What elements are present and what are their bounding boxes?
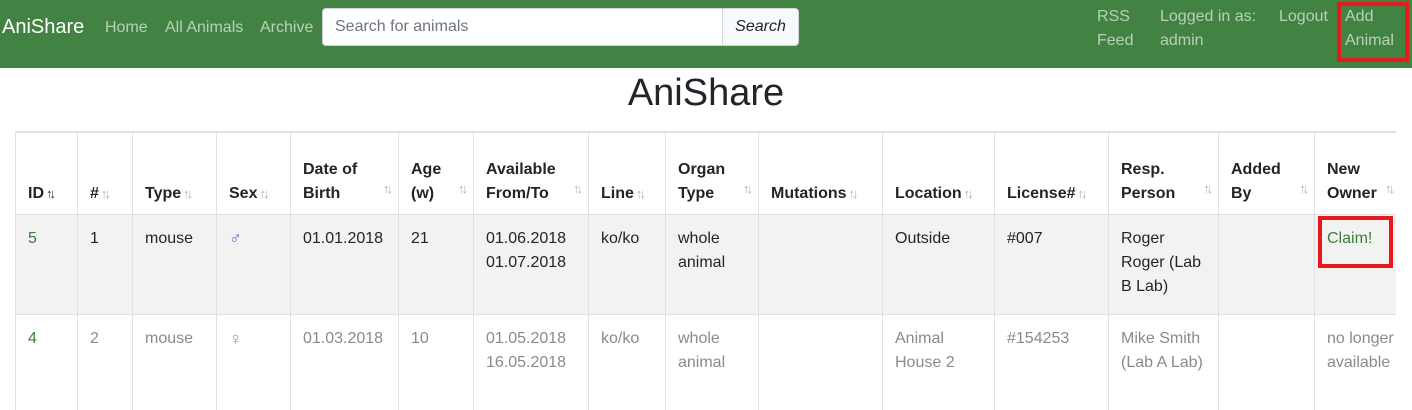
cell-location: Outside xyxy=(882,214,995,315)
table-row: 5 1 mouse ♂ 01.01.2018 21 01.06.2018 01.0… xyxy=(15,214,1396,315)
sort-icon[interactable]: ↑↓ xyxy=(1077,182,1087,206)
available-to: 01.07.2018 xyxy=(486,254,567,271)
search-input[interactable] xyxy=(322,8,723,46)
cell-age: 21 xyxy=(398,214,474,315)
cell-type: mouse xyxy=(132,214,217,315)
table-header-row: ID ↑↓ # ↑↓ Type ↑↓ Sex ↑↓ Date of Birth ↑↓ Ag… xyxy=(15,132,1396,215)
cell-mutations xyxy=(758,214,883,315)
sort-icon[interactable]: ↑↓ xyxy=(183,182,193,206)
cell-license: #154253 xyxy=(994,314,1109,410)
col-type[interactable]: Type ↑↓ xyxy=(132,132,217,215)
logged-in-status: Logged in as: admin xyxy=(1160,8,1257,49)
page-title: AniShare xyxy=(627,72,785,114)
sort-icon[interactable]: ↑↓ xyxy=(573,177,583,201)
animals-table-container: ID ↑↓ # ↑↓ Type ↑↓ Sex ↑↓ Date of Birth ↑↓ Ag… xyxy=(15,131,1396,410)
col-sex[interactable]: Sex ↑↓ xyxy=(216,132,291,215)
claim-highlight xyxy=(1318,216,1393,268)
cell-license: #007 xyxy=(994,214,1109,315)
nav-home[interactable]: Home xyxy=(105,19,148,37)
sort-icon[interactable]: ↑↓ xyxy=(1299,177,1309,201)
cell-line: ko/ko xyxy=(588,314,666,410)
cell-age: 10 xyxy=(398,314,474,410)
brand-logo[interactable]: AniShare xyxy=(2,16,84,39)
col-organ[interactable]: Organ Type ↑↓ xyxy=(665,132,759,215)
col-owner[interactable]: New Owner ↑↓ xyxy=(1314,132,1396,215)
cell-location: Animal House 2 xyxy=(882,314,995,410)
nav-rss-feed[interactable]: RSS Feed xyxy=(1097,5,1147,53)
cell-num: 2 xyxy=(77,314,133,410)
cell-line: ko/ko xyxy=(588,214,666,315)
cell-added xyxy=(1218,214,1315,315)
cell-resp: Mike Smith (Lab A Lab) xyxy=(1108,314,1219,410)
cell-dob: 01.01.2018 xyxy=(290,214,399,315)
male-icon: ♂ xyxy=(229,229,242,248)
sort-icon[interactable]: ↑↓ xyxy=(636,182,646,206)
sort-icon[interactable]: ↑↓ xyxy=(849,182,859,206)
cell-added xyxy=(1218,314,1315,410)
add-animal-highlight xyxy=(1337,2,1409,62)
col-added[interactable]: Added By ↑↓ xyxy=(1218,132,1315,215)
col-mutations[interactable]: Mutations ↑↓ xyxy=(758,132,883,215)
table-row: 4 2 mouse ♀ 01.03.2018 10 01.05.2018 16.0… xyxy=(15,314,1396,410)
female-icon: ♀ xyxy=(229,329,243,349)
col-available[interactable]: Available From/To ↑↓ xyxy=(473,132,589,215)
sort-desc-icon[interactable]: ↑↓ xyxy=(46,182,56,206)
col-num[interactable]: # ↑↓ xyxy=(77,132,133,215)
col-resp[interactable]: Resp. Person ↑↓ xyxy=(1108,132,1219,215)
nav-logout[interactable]: Logout xyxy=(1279,5,1328,29)
sort-icon[interactable]: ↑↓ xyxy=(743,177,753,201)
col-id[interactable]: ID ↑↓ xyxy=(15,132,78,215)
animal-id-link[interactable]: 5 xyxy=(28,230,37,247)
sort-icon[interactable]: ↑↓ xyxy=(964,182,974,206)
cell-num: 1 xyxy=(77,214,133,315)
nav-archive[interactable]: Archive xyxy=(260,19,313,37)
sort-icon[interactable]: ↑↓ xyxy=(383,177,393,201)
animals-table: ID ↑↓ # ↑↓ Type ↑↓ Sex ↑↓ Date of Birth ↑↓ Ag… xyxy=(15,132,1396,410)
sort-icon[interactable]: ↑↓ xyxy=(101,182,111,206)
search-button[interactable]: Search xyxy=(722,8,799,46)
sort-icon[interactable]: ↑↓ xyxy=(1385,177,1395,201)
cell-organ: whole animal xyxy=(665,314,759,410)
animal-id-link[interactable]: 4 xyxy=(28,330,37,347)
available-from: 01.05.2018 xyxy=(486,330,567,347)
cell-available: 01.05.2018 16.05.2018 xyxy=(473,314,589,410)
available-from: 01.06.2018 xyxy=(486,230,567,247)
cell-mutations xyxy=(758,314,883,410)
sort-icon[interactable]: ↑↓ xyxy=(259,182,269,206)
col-line[interactable]: Line ↑↓ xyxy=(588,132,666,215)
cell-available: 01.06.2018 01.07.2018 xyxy=(473,214,589,315)
sort-icon[interactable]: ↑↓ xyxy=(458,177,468,201)
navbar: AniShare Home All Animals Archive Search… xyxy=(0,0,1412,68)
cell-type: mouse xyxy=(132,314,217,410)
available-to: 16.05.2018 xyxy=(486,354,567,371)
col-age[interactable]: Age (w) ↑↓ xyxy=(398,132,474,215)
col-location[interactable]: Location ↑↓ xyxy=(882,132,995,215)
col-dob[interactable]: Date of Birth ↑↓ xyxy=(290,132,399,215)
cell-dob: 01.03.2018 xyxy=(290,314,399,410)
sort-icon[interactable]: ↑↓ xyxy=(1203,177,1213,201)
cell-organ: whole animal xyxy=(665,214,759,315)
nav-all-animals[interactable]: All Animals xyxy=(165,19,243,37)
col-license[interactable]: License# ↑↓ xyxy=(994,132,1109,215)
cell-owner: no longer available xyxy=(1314,314,1396,410)
cell-resp: Roger Roger (Lab B Lab) xyxy=(1108,214,1219,315)
